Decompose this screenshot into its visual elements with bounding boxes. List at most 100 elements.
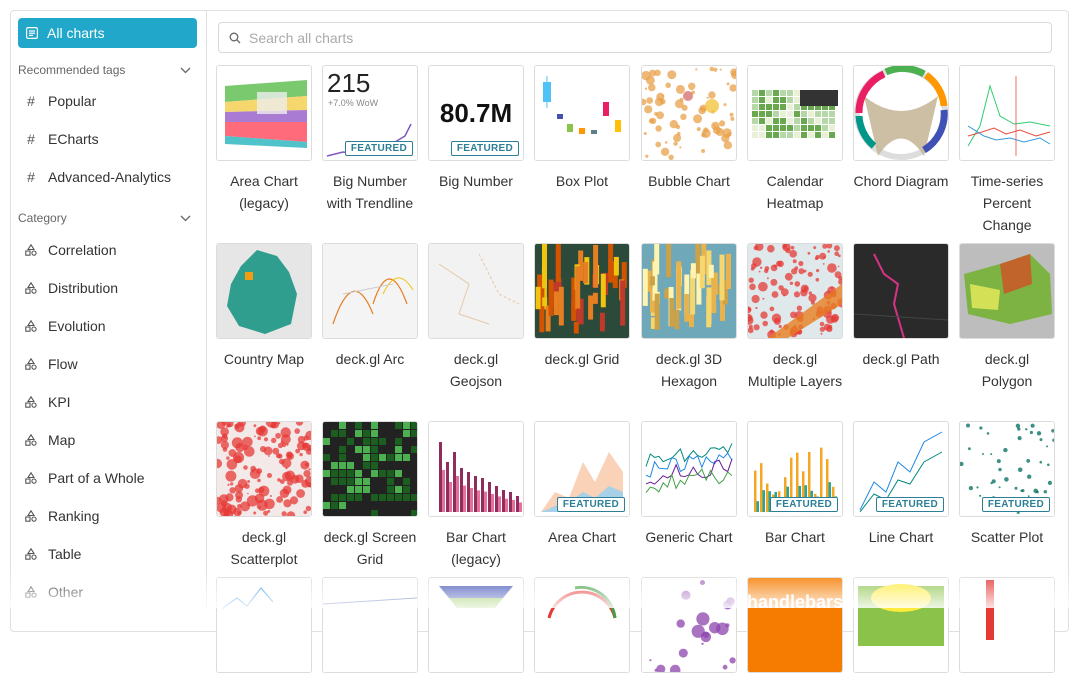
chart-card-deck-gl-screen-grid[interactable]: deck.gl Screen Grid <box>322 421 418 570</box>
chart-thumbnail <box>216 421 312 517</box>
category-label: Map <box>48 432 76 448</box>
chart-label: Generic Chart <box>645 529 733 545</box>
chart-card-deck-gl-path[interactable]: deck.gl Path <box>853 243 949 370</box>
chart-card-area-chart[interactable]: FEATURED Area Chart <box>534 421 630 548</box>
chart-card-partial[interactable] <box>641 577 737 673</box>
tag-item-advanced-analytics[interactable]: # Advanced-Analytics <box>24 166 171 188</box>
chart-card-deck-gl-geojson[interactable]: deck.gl Geojson <box>428 243 524 392</box>
chart-label: deck.gl Screen Grid <box>323 529 417 567</box>
category-label: Part of a Whole <box>48 470 145 486</box>
chart-card-calendar-heatmap[interactable]: Calendar Heatmap <box>747 65 843 214</box>
chart-card-area-chart-legacy[interactable]: Area Chart (legacy) <box>216 65 312 214</box>
search-icon <box>229 32 241 43</box>
chart-card-big-number[interactable]: 80.7M FEATURED Big Number <box>428 65 524 192</box>
chart-card-bar-chart-legacy[interactable]: Bar Chart (legacy) <box>428 421 524 570</box>
chart-label: deck.gl Path <box>862 351 940 367</box>
chart-thumbnail <box>747 243 843 339</box>
chart-card-partial[interactable]: handlebars <box>747 577 843 673</box>
all-charts-button[interactable]: All charts <box>18 18 197 48</box>
chart-thumbnail <box>959 577 1055 673</box>
chart-label: Line Chart <box>868 529 934 545</box>
chart-thumbnail: FEATURED <box>747 421 843 517</box>
chart-thumbnail <box>641 65 737 161</box>
chart-label: Bubble Chart <box>648 173 730 189</box>
chart-card-deck-gl-polygon[interactable]: deck.gl Polygon <box>959 243 1055 392</box>
chart-card-deck-gl-3d-hexagon[interactable]: deck.gl 3D Hexagon <box>641 243 737 392</box>
category-icon <box>24 396 38 408</box>
chart-label: Big Number with Trendline <box>326 173 414 211</box>
search-input[interactable] <box>247 28 951 47</box>
chart-card-deck-gl-arc[interactable]: deck.gl Arc <box>322 243 418 370</box>
chart-card-bar-chart[interactable]: FEATURED Bar Chart <box>747 421 843 548</box>
chart-thumbnail: 215 +7.0% WoW FEATURED <box>322 65 418 161</box>
tag-item-echarts[interactable]: # ECharts <box>24 128 98 150</box>
chart-label: Calendar Heatmap <box>766 173 824 211</box>
chart-card-deck-gl-scatterplot[interactable]: deck.gl Scatterplot <box>216 421 312 570</box>
chart-label: deck.gl Polygon <box>981 351 1033 389</box>
category-header[interactable]: Category <box>18 209 197 227</box>
chart-thumbnail: 80.7M FEATURED <box>428 65 524 161</box>
category-label: KPI <box>48 394 71 410</box>
category-item-table[interactable]: Table <box>24 543 81 565</box>
chart-card-line-chart[interactable]: FEATURED Line Chart <box>853 421 949 548</box>
chart-card-big-number-with-trendline[interactable]: 215 +7.0% WoW FEATURED Big Number with Tren… <box>322 65 418 214</box>
category-item-other[interactable]: Other <box>24 581 83 603</box>
chart-card-scatter-plot[interactable]: FEATURED Scatter Plot <box>959 421 1055 548</box>
chart-card-time-series-percent-change[interactable]: Time-series Percent Change <box>959 65 1055 236</box>
recommended-tags-title: Recommended tags <box>18 63 126 77</box>
category-icon <box>24 586 38 598</box>
chart-thumbnail <box>534 65 630 161</box>
chart-card-country-map[interactable]: Country Map <box>216 243 312 370</box>
chart-card-deck-gl-multiple-layers[interactable]: deck.gl Multiple Layers <box>747 243 843 392</box>
category-item-correlation[interactable]: Correlation <box>24 239 116 261</box>
category-icon <box>24 282 38 294</box>
category-item-evolution[interactable]: Evolution <box>24 315 106 337</box>
category-label: Ranking <box>48 508 100 524</box>
chart-card-partial[interactable] <box>959 577 1055 673</box>
chart-label: deck.gl Grid <box>544 351 620 367</box>
chart-thumbnail <box>428 577 524 673</box>
chart-label: Country Map <box>223 351 305 367</box>
chart-card-partial[interactable] <box>322 577 418 673</box>
category-icon <box>24 358 38 370</box>
tag-item-popular[interactable]: # Popular <box>24 90 96 112</box>
sidebar: All charts Recommended tags # Popular # EC… <box>10 10 207 608</box>
category-label: Correlation <box>48 242 117 258</box>
chart-card-partial[interactable] <box>216 577 312 673</box>
chart-card-partial[interactable] <box>534 577 630 673</box>
chart-card-deck-gl-grid[interactable]: deck.gl Grid <box>534 243 630 370</box>
recommended-tags-header[interactable]: Recommended tags <box>18 61 197 79</box>
chart-thumbnail <box>428 421 524 517</box>
chart-card-partial[interactable] <box>853 577 949 673</box>
category-item-flow[interactable]: Flow <box>24 353 78 375</box>
category-item-map[interactable]: Map <box>24 429 75 451</box>
chart-thumbnail <box>322 243 418 339</box>
chart-label: Chord Diagram <box>853 173 949 189</box>
big-number-value-2: 80.7M <box>440 98 512 128</box>
chart-label: Bar Chart <box>765 529 825 545</box>
chart-card-box-plot[interactable]: Box Plot <box>534 65 630 192</box>
category-item-ranking[interactable]: Ranking <box>24 505 99 527</box>
chart-thumbnail <box>641 577 737 673</box>
chart-thumbnail <box>216 65 312 161</box>
chart-thumbnail <box>534 577 630 673</box>
chevron-down-icon <box>180 215 191 221</box>
chart-thumbnail <box>322 577 418 673</box>
search-bar[interactable] <box>218 22 1052 53</box>
chart-card-partial[interactable] <box>428 577 524 673</box>
chart-label: deck.gl Scatterplot <box>230 529 298 567</box>
chart-label: deck.gl Arc <box>335 351 405 367</box>
chart-card-chord-diagram[interactable]: Chord Diagram <box>853 65 949 192</box>
category-label: Evolution <box>48 318 106 334</box>
chart-thumbnail <box>853 577 949 673</box>
all-charts-label: All charts <box>47 25 105 41</box>
featured-badge: FEATURED <box>981 497 1050 512</box>
category-icon <box>24 472 38 484</box>
chart-card-bubble-chart[interactable]: Bubble Chart <box>641 65 737 192</box>
category-item-kpi[interactable]: KPI <box>24 391 71 413</box>
chart-label: deck.gl Geojson <box>449 351 503 389</box>
chart-card-generic-chart[interactable]: Generic Chart <box>641 421 737 548</box>
category-item-part-of-a-whole[interactable]: Part of a Whole <box>24 467 145 489</box>
category-icon <box>24 434 38 446</box>
category-item-distribution[interactable]: Distribution <box>24 277 118 299</box>
